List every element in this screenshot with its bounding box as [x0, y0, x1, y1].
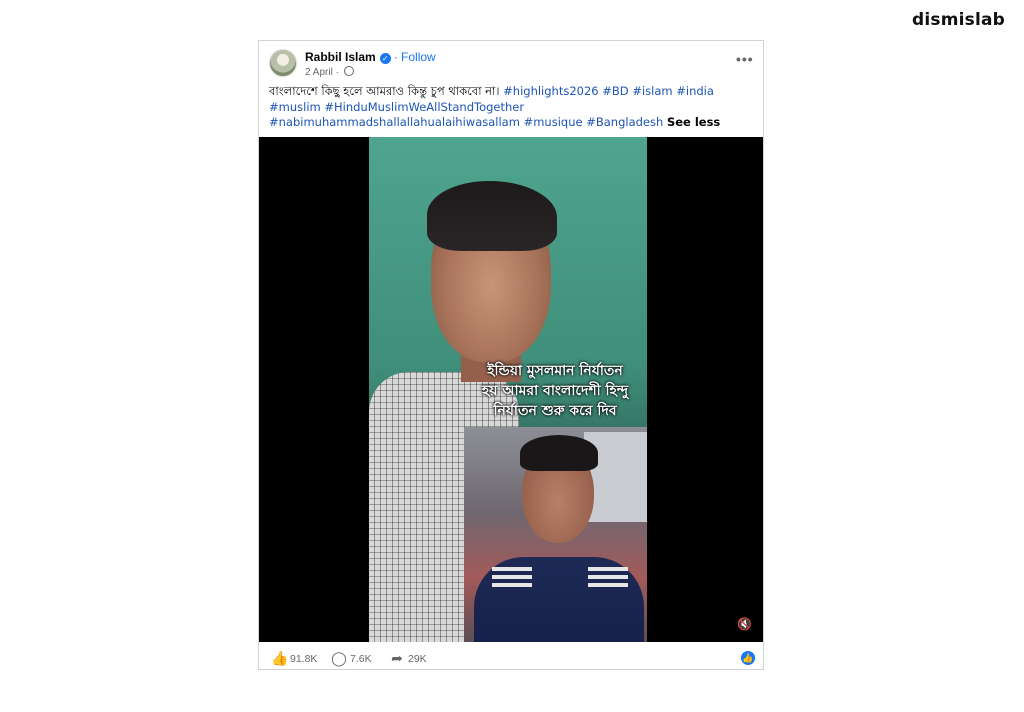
- inset-jersey-stripes: [492, 567, 532, 571]
- video-inset-clip: [464, 427, 647, 642]
- post-actions: 👍 91.8K ◯ 7.6K ➦ 29K 👍: [259, 647, 763, 669]
- author-avatar[interactable]: [269, 49, 297, 77]
- share-count: 29K: [408, 653, 427, 665]
- hashtag-link[interactable]: #musique: [524, 115, 583, 129]
- dismislab-watermark: dismislab: [912, 10, 1006, 30]
- hashtag-link[interactable]: #HinduMuslimWeAllStandTogether: [324, 100, 524, 114]
- thumbs-up-icon: 👍: [271, 650, 289, 666]
- like-stat[interactable]: 👍 91.8K: [271, 649, 317, 668]
- overlay-line: হয় আমরা বাংলাদেশী হিন্দু: [481, 383, 629, 399]
- share-stat[interactable]: ➦ 29K: [389, 649, 427, 668]
- see-less-button[interactable]: See less: [667, 115, 720, 129]
- like-reaction-icon: 👍: [741, 651, 755, 665]
- hashtag-link[interactable]: #BD: [602, 84, 628, 98]
- hashtag-link[interactable]: #highlights2026: [503, 84, 598, 98]
- reaction-count: 91.8K: [290, 653, 318, 665]
- comment-stat[interactable]: ◯ 7.6K: [331, 649, 372, 668]
- inset-person-hair: [520, 435, 598, 471]
- hashtag-link[interactable]: #Bangladesh: [586, 115, 663, 129]
- author-name[interactable]: Rabbil Islam: [305, 50, 376, 64]
- overlay-line: নির্যাতন শুরু করে দিব: [493, 403, 617, 419]
- hashtag-link[interactable]: #nabimuhammadshallallahualaihiwasallam: [269, 115, 520, 129]
- speaker-muted-icon[interactable]: 🔇: [737, 617, 753, 631]
- globe-icon: [343, 66, 354, 76]
- share-arrow-icon: ➦: [391, 650, 403, 666]
- video-person-hair: [427, 181, 557, 251]
- video-overlay-caption: ইন্ডিয়া মুসলমান নির্যাতন হয় আমরা বাংলা…: [465, 361, 645, 421]
- header-separator: ·: [393, 50, 398, 64]
- overlay-line: ইন্ডিয়া মুসলমান নির্যাতন: [487, 363, 623, 379]
- video-player[interactable]: ইন্ডিয়া মুসলমান নির্যাতন হয় আমরা বাংলা…: [259, 137, 763, 642]
- follow-button[interactable]: Follow: [401, 50, 436, 64]
- video-frame: ইন্ডিয়া মুসলমান নির্যাতন হয় আমরা বাংলা…: [369, 137, 647, 642]
- comment-bubble-icon: ◯: [331, 650, 347, 666]
- post-caption: বাংলাদেশে কিছু হলে আমরাও কিন্তু চুপ থাকব…: [269, 84, 757, 131]
- comment-count: 7.6K: [350, 653, 372, 665]
- caption-text: বাংলাদেশে কিছু হলে আমরাও কিন্তু চুপ থাকব…: [269, 84, 500, 98]
- hashtag-link[interactable]: #islam: [632, 84, 672, 98]
- post-date[interactable]: 2 April: [305, 67, 333, 78]
- hashtag-link[interactable]: #india: [676, 84, 714, 98]
- facebook-post: Rabbil Islam ✓ · Follow 2 April · ••• বাংল…: [258, 40, 764, 670]
- verified-badge-icon: ✓: [379, 53, 391, 64]
- post-header: Rabbil Islam ✓ · Follow: [305, 50, 436, 64]
- post-meta: 2 April ·: [305, 66, 354, 79]
- date-separator: ·: [335, 67, 339, 78]
- more-options-icon[interactable]: •••: [736, 51, 754, 67]
- hashtag-link[interactable]: #muslim: [269, 100, 321, 114]
